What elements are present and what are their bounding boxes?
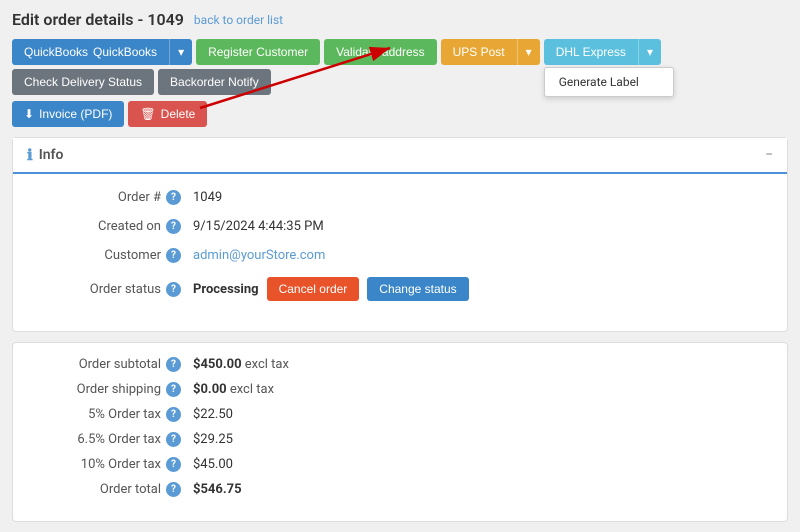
order-total-label: Order total ? <box>33 482 193 497</box>
info-icon: ℹ <box>27 146 33 164</box>
ups-post-button[interactable]: UPS Post <box>441 39 517 65</box>
dhl-express-btn-group: DHL Express ▾ Generate Label <box>544 39 661 65</box>
download-icon-pdf: ⬇ <box>24 107 34 121</box>
chevron-down-icon-dhl: ▾ <box>647 45 653 59</box>
ups-post-dropdown-button[interactable]: ▾ <box>517 39 540 65</box>
order-subtotal-label: Order subtotal ? <box>33 357 193 372</box>
info-card: ℹ Info − Order # ? 1049 Created on ? 9/1 <box>12 137 788 332</box>
order-subtotal-help-icon[interactable]: ? <box>166 357 181 372</box>
customer-row: Customer ? admin@yourStore.com <box>33 248 767 263</box>
collapse-button[interactable]: − <box>765 147 773 163</box>
tax3-value: $45.00 <box>193 457 233 472</box>
change-status-button[interactable]: Change status <box>367 277 468 301</box>
tax1-row: 5% Order tax ? $22.50 <box>33 407 767 422</box>
quickbooks-button[interactable]: QuickBooksQuickBooks <box>12 39 169 65</box>
created-on-row: Created on ? 9/15/2024 4:44:35 PM <box>33 219 767 234</box>
tax3-row: 10% Order tax ? $45.00 <box>33 457 767 472</box>
order-number-help-icon[interactable]: ? <box>166 190 181 205</box>
order-status-help-icon[interactable]: ? <box>166 282 181 297</box>
dhl-express-dropdown-button[interactable]: ▾ <box>638 39 661 65</box>
info-card-title: Info <box>39 147 64 163</box>
order-shipping-label: Order shipping ? <box>33 382 193 397</box>
summary-card: Order subtotal ? $450.00 excl tax Order … <box>12 342 788 522</box>
order-subtotal-value: $450.00 excl tax <box>193 357 289 372</box>
generate-label-item[interactable]: Generate Label <box>545 68 673 96</box>
order-number-value: 1049 <box>193 190 222 205</box>
page-header: Edit order details - 1049 back to order … <box>12 10 788 29</box>
register-customer-button[interactable]: Register Customer <box>196 39 320 65</box>
quickbooks-dropdown-button[interactable]: ▾ <box>169 39 192 65</box>
order-status-value-group: Processing Cancel order Change status <box>193 277 469 301</box>
validate-address-button[interactable]: Validate address <box>324 39 437 65</box>
cancel-order-button[interactable]: Cancel order <box>267 277 360 301</box>
order-number-label: Order # ? <box>33 190 193 205</box>
order-status-value: Processing <box>193 282 259 297</box>
toolbar-row2: ⬇ Invoice (PDF) 🗑 Delete <box>12 101 788 127</box>
customer-help-icon[interactable]: ? <box>166 248 181 263</box>
tax2-label: 6.5% Order tax ? <box>33 432 193 447</box>
created-on-label: Created on ? <box>33 219 193 234</box>
chevron-down-icon-ups: ▾ <box>526 45 532 59</box>
delete-button[interactable]: 🗑 Delete <box>128 101 207 127</box>
info-card-title-group: ℹ Info <box>27 146 63 164</box>
order-total-row: Order total ? $546.75 <box>33 482 767 497</box>
dhl-express-button[interactable]: DHL Express <box>544 39 638 65</box>
order-total-value: $546.75 <box>193 482 242 497</box>
back-to-order-list-link[interactable]: back to order list <box>194 13 283 27</box>
tax3-help-icon[interactable]: ? <box>166 457 181 472</box>
page-title: Edit order details - 1049 <box>12 10 184 29</box>
dhl-dropdown-menu: Generate Label <box>544 67 674 97</box>
quickbooks-btn-group: QuickBooksQuickBooks ▾ <box>12 39 192 65</box>
backorder-notify-button[interactable]: Backorder Notify <box>158 69 271 95</box>
order-status-row: Order status ? Processing Cancel order C… <box>33 277 767 301</box>
tax1-help-icon[interactable]: ? <box>166 407 181 422</box>
created-on-help-icon[interactable]: ? <box>166 219 181 234</box>
check-delivery-status-button[interactable]: Check Delivery Status <box>12 69 154 95</box>
order-number-row: Order # ? 1049 <box>33 190 767 205</box>
trash-icon: 🗑 <box>140 107 155 121</box>
info-card-header: ℹ Info − <box>13 138 787 174</box>
tax3-label: 10% Order tax ? <box>33 457 193 472</box>
order-shipping-row: Order shipping ? $0.00 excl tax <box>33 382 767 397</box>
created-on-value: 9/15/2024 4:44:35 PM <box>193 219 324 234</box>
order-total-help-icon[interactable]: ? <box>166 482 181 497</box>
invoice-pdf-button[interactable]: ⬇ Invoice (PDF) <box>12 101 124 127</box>
tax1-label: 5% Order tax ? <box>33 407 193 422</box>
ups-post-btn-group: UPS Post ▾ <box>441 39 540 65</box>
order-status-label: Order status ? <box>33 282 193 297</box>
tax2-row: 6.5% Order tax ? $29.25 <box>33 432 767 447</box>
chevron-down-icon: ▾ <box>178 45 184 59</box>
tax2-value: $29.25 <box>193 432 233 447</box>
customer-label: Customer ? <box>33 248 193 263</box>
order-shipping-help-icon[interactable]: ? <box>166 382 181 397</box>
tax2-help-icon[interactable]: ? <box>166 432 181 447</box>
customer-email-link[interactable]: admin@yourStore.com <box>193 248 325 263</box>
order-subtotal-row: Order subtotal ? $450.00 excl tax <box>33 357 767 372</box>
order-shipping-value: $0.00 excl tax <box>193 382 274 397</box>
info-form-section: Order # ? 1049 Created on ? 9/15/2024 4:… <box>13 174 787 331</box>
tax1-value: $22.50 <box>193 407 233 422</box>
toolbar-row1: QuickBooksQuickBooks ▾ Register Customer… <box>12 39 788 95</box>
